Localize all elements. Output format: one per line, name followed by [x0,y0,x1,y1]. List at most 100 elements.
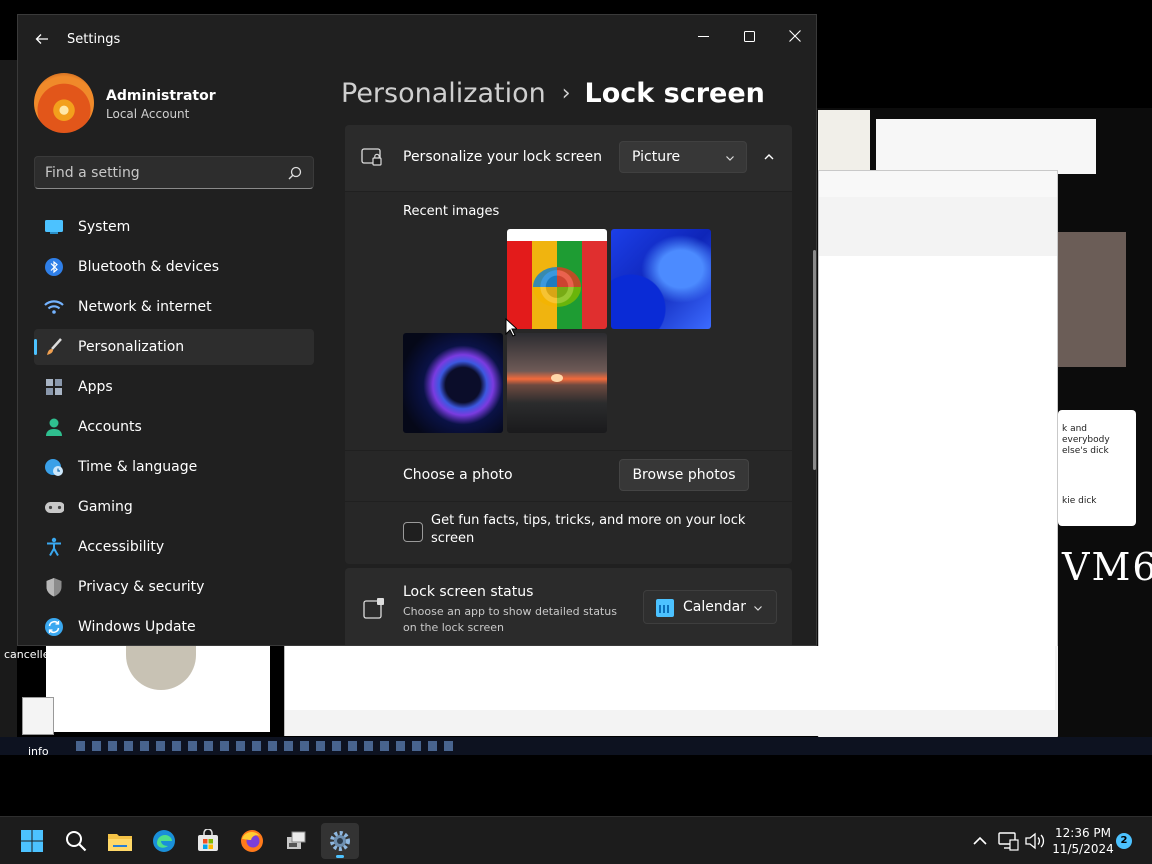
gamepad-icon [44,497,64,517]
sidebar-item-time-language[interactable]: Time & language [34,449,314,485]
desktop: k and everybody else's dick kie dick VM6… [0,0,1152,816]
search-icon[interactable] [287,165,303,181]
firefox-icon [241,830,263,852]
text-file-icon[interactable] [22,697,54,735]
globe-clock-icon [44,457,64,477]
sidebar-item-gaming[interactable]: Gaming [34,489,314,525]
sidebar-item-label: Bluetooth & devices [78,259,220,275]
sidebar-item-accessibility[interactable]: Accessibility [34,529,314,565]
sidebar-item-label: Accounts [78,419,142,435]
account-type: Local Account [106,107,190,121]
vm-taskbar-icons [76,741,456,751]
breadcrumb: Personalization › Lock screen [341,73,765,113]
scrollbar[interactable] [813,250,816,470]
sun-shape [551,374,563,382]
edge-button[interactable] [145,823,183,859]
bluetooth-icon [44,257,64,277]
recent-image-windows-logo[interactable] [507,229,607,329]
background-note: k and everybody else's dick kie dick [1058,410,1136,526]
start-icon [21,830,43,852]
search-icon [66,831,87,852]
settings-icon [330,831,350,851]
recent-images-label: Recent images [403,204,500,219]
lock-screen-type-dropdown[interactable]: Picture [619,141,747,173]
recent-image-sunset-lake[interactable] [507,333,607,433]
recent-images-panel: Recent images [345,192,792,450]
desktop-file-label[interactable]: cancelled.exe [4,648,79,661]
sidebar-item-label: Accessibility [78,539,165,555]
status-app-dropdown[interactable]: Calendar [643,590,777,624]
back-arrow-icon [35,34,48,44]
chevron-down-icon [754,606,762,611]
store-button[interactable] [189,823,227,859]
choose-photo-row: Choose a photo Browse photos [345,451,792,501]
search-box[interactable] [34,156,314,189]
recent-image-blue-bloom[interactable] [611,229,711,329]
back-button[interactable] [30,27,54,51]
minimize-button[interactable] [680,20,726,52]
choose-photo-label: Choose a photo [403,467,513,483]
sidebar-item-windows-update[interactable]: Windows Update [34,609,314,645]
settings-taskbar-button[interactable] [321,823,359,859]
chevron-down-icon [726,156,734,161]
fun-facts-label[interactable]: Get fun facts, tips, tricks, and more on… [431,512,751,548]
background-note-text: k and everybody else's dick [1062,424,1110,456]
virtual-machine-button[interactable] [277,823,315,859]
recent-image-glow-orb[interactable] [403,333,503,433]
sidebar-item-system[interactable]: System [34,209,314,245]
lock-screen-icon [361,148,382,166]
sidebar-item-apps[interactable]: Apps [34,369,314,405]
background-sheep-image [46,646,270,732]
file-explorer-button[interactable] [101,823,139,859]
sidebar-item-bluetooth[interactable]: Bluetooth & devices [34,249,314,285]
personalize-lock-screen-card[interactable]: Personalize your lock screen Picture [345,125,792,191]
background-inner-body [819,256,1057,711]
sidebar-item-label: Windows Update [78,619,196,635]
breadcrumb-parent[interactable]: Personalization [341,78,546,109]
firefox-button[interactable] [233,823,271,859]
notification-badge[interactable]: 2 [1116,833,1132,849]
app-title: Settings [67,32,121,47]
network-icon[interactable] [997,831,1019,851]
windows-orb-icon [533,267,581,307]
sidebar-item-network[interactable]: Network & internet [34,289,314,325]
browse-photos-button[interactable]: Browse photos [619,459,749,491]
fun-facts-checkbox[interactable] [403,522,423,542]
sidebar-item-label: Gaming [78,499,133,515]
show-hidden-icons-icon[interactable] [970,831,990,851]
sidebar-item-privacy[interactable]: Privacy & security [34,569,314,605]
sidebar-item-label: Network & internet [78,299,212,315]
avatar[interactable] [34,73,94,133]
dropdown-value: Calendar [683,599,746,615]
mouse-cursor-icon [505,318,517,337]
page-title: Lock screen [584,77,765,109]
shield-icon [44,577,64,597]
background-note-text-2: kie dick [1062,496,1097,507]
background-comic-image [818,110,870,170]
calendar-icon [656,599,674,617]
background-photo [1058,232,1126,367]
volume-icon[interactable] [1024,831,1046,851]
search-input[interactable] [45,163,275,183]
title-bar: Settings [18,15,816,63]
taskbar: 12:36 PM 11/5/2024 2 [0,816,1152,864]
taskbar-search-button[interactable] [57,823,95,859]
sidebar-item-label: Apps [78,379,113,395]
vm-app-icon [287,831,306,849]
maximize-button[interactable] [726,20,772,52]
breadcrumb-chevron-icon: › [561,80,571,106]
sidebar-item-accounts[interactable]: Accounts [34,409,314,445]
dropdown-value: Picture [632,149,681,165]
sidebar-item-personalization[interactable]: Personalization [34,329,314,365]
desktop-file-label[interactable]: info [28,745,49,758]
update-icon [44,617,64,637]
clock-date: 11/5/2024 [1052,842,1114,856]
edge-icon [153,830,175,852]
close-button[interactable] [772,20,816,52]
clock[interactable]: 12:36 PM 11/5/2024 [1052,825,1114,857]
minimize-icon [697,35,709,37]
lock-screen-status-title: Lock screen status [403,584,534,600]
person-icon [44,417,64,437]
collapse-button[interactable] [757,145,781,169]
start-button[interactable] [13,823,51,859]
